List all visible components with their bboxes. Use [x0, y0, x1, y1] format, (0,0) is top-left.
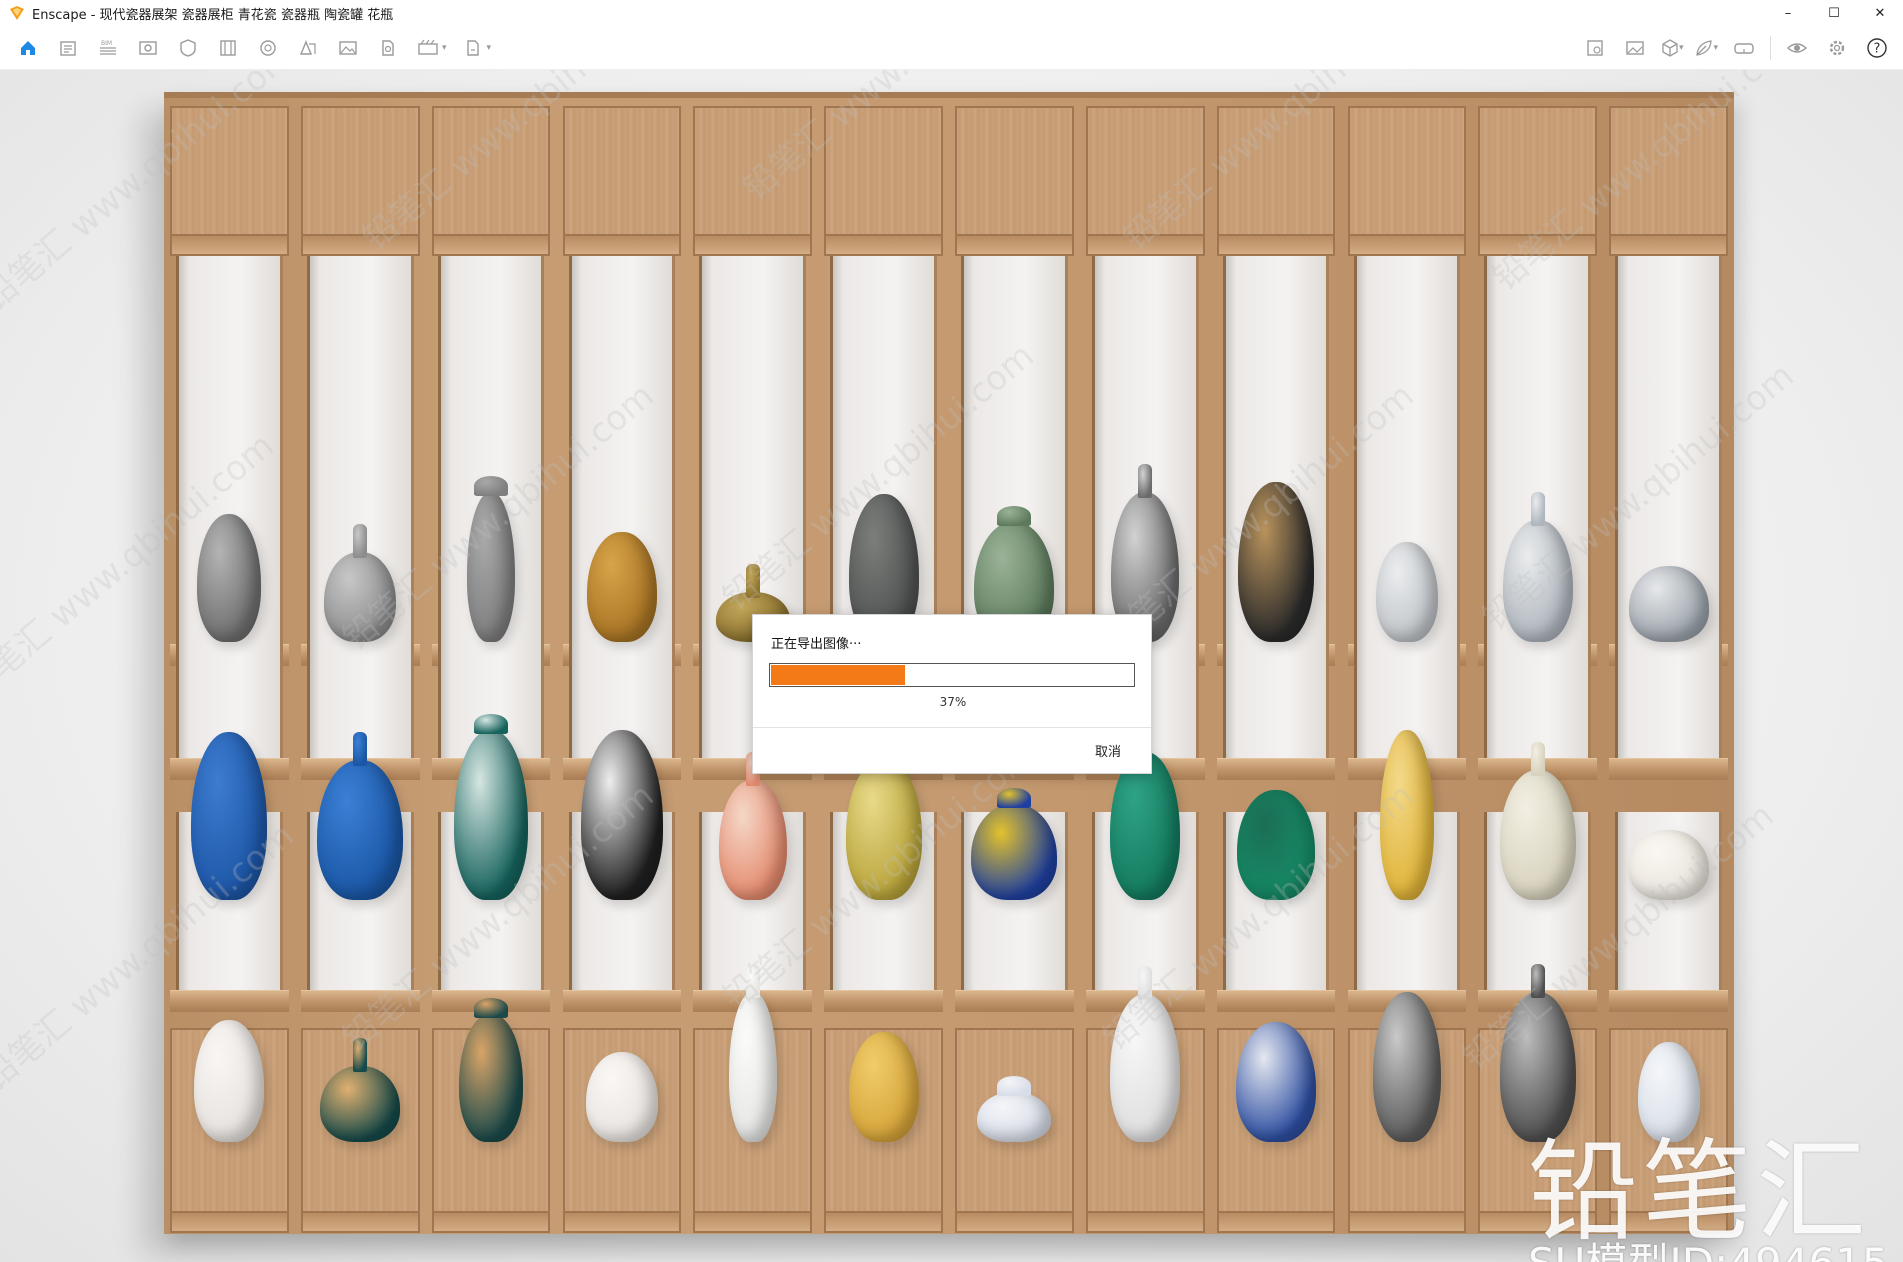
vase [1499, 770, 1576, 900]
shelf-board [170, 990, 289, 1012]
vase [197, 514, 262, 642]
export-progress-dialog: 正在导出图像··· 37% 取消 [752, 614, 1152, 774]
vr-headset-button[interactable] [1724, 34, 1764, 62]
image-icon [1626, 41, 1644, 55]
export-dropdown-caret[interactable]: ▾ [487, 43, 492, 53]
svg-text:BIM: BIM [101, 40, 112, 47]
toolbar-separator [1770, 36, 1771, 60]
cabinet-top-panel [562, 106, 682, 256]
live-update-icon [1786, 43, 1808, 53]
dialog-title: 正在导出图像··· [771, 637, 862, 652]
progress-percent: 37% [939, 695, 967, 709]
shelf-board [1609, 990, 1728, 1012]
home-button[interactable] [8, 34, 48, 62]
cancel-button[interactable]: 取消 [1095, 741, 1121, 760]
leaf-icon [1696, 40, 1713, 56]
material-editor-button[interactable] [288, 34, 328, 62]
vase [718, 780, 787, 900]
dialog-divider [753, 727, 1151, 728]
batch-render-icon [220, 40, 236, 56]
minimize-button[interactable]: – [1765, 0, 1811, 26]
vase [848, 1032, 919, 1142]
shelf-board [955, 990, 1074, 1012]
vase [585, 1052, 658, 1142]
live-update-button[interactable] [1777, 34, 1817, 62]
vase [728, 992, 777, 1142]
batch-render-button[interactable] [208, 34, 248, 62]
progress-bar-fill [771, 665, 905, 685]
screenshot-button[interactable] [328, 34, 368, 62]
video-dropdown-caret[interactable]: ▾ [442, 43, 447, 53]
vase [586, 532, 657, 642]
views-icon [139, 41, 157, 55]
vase [194, 1020, 265, 1142]
shelf-board [1609, 758, 1728, 780]
window-controls: – ☐ ✕ [1765, 0, 1903, 26]
vase [1628, 566, 1709, 642]
help-button[interactable]: ? [1857, 34, 1897, 62]
site-context-icon [1587, 40, 1603, 56]
asset-library-icon [60, 41, 76, 56]
vase [1372, 992, 1441, 1142]
site-context-button[interactable] [1575, 34, 1615, 62]
video-editor-icon [418, 39, 438, 55]
window-title: Enscape - 现代瓷器展架 瓷器展柜 青花瓷 瓷器瓶 陶瓷罐 花瓶 [32, 7, 394, 23]
title-bar: Enscape - 现代瓷器展架 瓷器展柜 青花瓷 瓷器瓶 陶瓷罐 花瓶 – ☐… [0, 0, 1903, 26]
visual-settings-button[interactable] [168, 34, 208, 62]
close-button[interactable]: ✕ [1857, 0, 1903, 26]
shelf-board [824, 990, 943, 1012]
settings-icon [1829, 40, 1845, 56]
progress-bar [769, 663, 1135, 687]
export-icon [466, 40, 479, 56]
shelf-board [1216, 758, 1336, 780]
help-label: ? [1874, 42, 1881, 57]
shelf-board [562, 990, 682, 1012]
help-icon: ? [1867, 38, 1887, 58]
vase [459, 1014, 524, 1142]
model-id-text: SU模型ID:494615 [1528, 1230, 1889, 1262]
asset-library-button[interactable] [48, 34, 88, 62]
bim-button[interactable]: BIM [88, 34, 128, 62]
shelf-board [1216, 990, 1336, 1012]
leaf-dropdown-caret[interactable]: ▾ [1713, 43, 1718, 53]
vase [971, 804, 1058, 900]
maximize-button[interactable]: ☐ [1811, 0, 1857, 26]
vase [977, 1092, 1052, 1142]
toolbar-left-group: BIM ▾ ▾ [8, 34, 497, 62]
vase [1236, 1022, 1317, 1142]
atmosphere-icon [260, 40, 276, 56]
render-viewport[interactable]: 铅笔汇 www.qbihui.com铅笔汇 www.qbihui.com铅笔汇 … [0, 70, 1903, 1262]
views-button[interactable] [128, 34, 168, 62]
home-icon [21, 41, 35, 55]
vase [317, 760, 404, 900]
panorama-button[interactable] [368, 34, 408, 62]
vase [1375, 542, 1438, 642]
cabinet-top-panel [1347, 106, 1467, 256]
bim-icon: BIM [100, 40, 116, 55]
enscape-window: Enscape - 现代瓷器展架 瓷器展柜 青花瓷 瓷器瓶 陶瓷罐 花瓶 – ☐… [0, 0, 1903, 1262]
toolbar: BIM ▾ ▾ ▾ ▾ ? [0, 26, 1903, 89]
vase [1110, 752, 1181, 900]
vr-headset-icon [1734, 43, 1754, 54]
visual-settings-icon [180, 39, 196, 57]
cube-dropdown-caret[interactable]: ▾ [1679, 43, 1684, 53]
image-settings-button[interactable] [1615, 34, 1655, 62]
settings-button[interactable] [1817, 34, 1857, 62]
cube-icon [1662, 39, 1678, 57]
panorama-icon [382, 40, 394, 56]
enscape-logo-icon [10, 6, 24, 20]
material-editor-icon [299, 40, 316, 55]
cabinet-top-panel [955, 106, 1074, 256]
vase [320, 1066, 401, 1142]
toolbar-right-group: ▾ ▾ ? [1575, 34, 1897, 62]
atmosphere-button[interactable] [248, 34, 288, 62]
screenshot-icon [339, 41, 357, 55]
